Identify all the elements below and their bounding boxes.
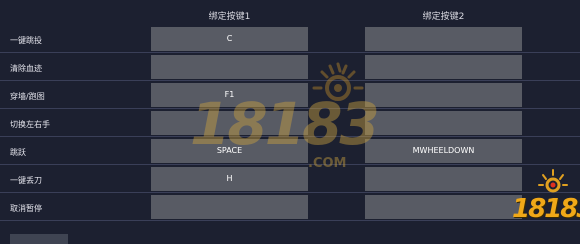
row-label: 取消暂停 [10, 204, 42, 213]
binding1-slot[interactable]: C [151, 27, 308, 51]
binding1-slot[interactable]: H [151, 167, 308, 191]
keybind-row-drop-knife: 一键丢刀 H [0, 167, 580, 195]
keybind-row-noclip: 穿墙/跑图 F1 [0, 83, 580, 111]
binding2-slot[interactable] [365, 83, 522, 107]
binding2-slot[interactable] [365, 27, 522, 51]
keybind-row-jump-throw: 一键跳投 C [0, 27, 580, 55]
binding1-slot[interactable] [151, 111, 308, 135]
row-label: 清除血迹 [10, 64, 42, 73]
binding1-slot[interactable]: SPACE [151, 139, 308, 163]
column-header-binding2: 绑定按键2 [422, 12, 465, 22]
row-label: 一键丢刀 [10, 176, 42, 185]
binding2-slot[interactable]: MWHEELDOWN [365, 139, 522, 163]
row-label: 穿墙/跑图 [10, 92, 45, 101]
row-label: 跳跃 [10, 148, 26, 157]
bottom-action-button[interactable] [10, 234, 68, 244]
row-label: 一键跳投 [10, 36, 42, 45]
row-divider [0, 52, 580, 53]
row-divider [0, 80, 580, 81]
row-divider [0, 220, 580, 221]
keybind-row-switch-hand: 切换左右手 [0, 111, 580, 139]
keybind-row-clear-blood: 清除血迹 [0, 55, 580, 83]
keybind-row-cancel-pause: 取消暂停 [0, 195, 580, 223]
keybind-row-jump: 跳跃 SPACE MWHEELDOWN [0, 139, 580, 167]
row-divider [0, 108, 580, 109]
binding1-slot[interactable] [151, 195, 308, 219]
binding2-slot[interactable] [365, 195, 522, 219]
row-divider [0, 164, 580, 165]
column-header-binding1: 绑定按键1 [208, 12, 251, 22]
row-divider [0, 136, 580, 137]
binding2-slot[interactable] [365, 111, 522, 135]
binding1-slot[interactable] [151, 55, 308, 79]
row-label: 切换左右手 [10, 120, 50, 129]
binding2-slot[interactable] [365, 55, 522, 79]
row-divider [0, 192, 580, 193]
binding2-slot[interactable] [365, 167, 522, 191]
binding1-slot[interactable]: F1 [151, 83, 308, 107]
